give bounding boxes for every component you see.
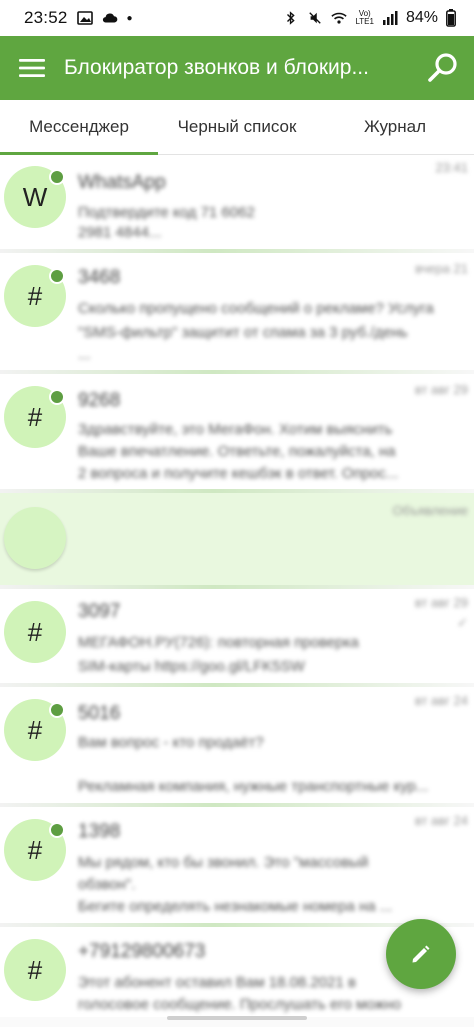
menu-icon [19, 59, 45, 77]
message-line: 2 вопроса и получите кешбэк в ответ. Опр… [78, 465, 399, 482]
list-item[interactable]: # 9268 вт авг 29 Здравствуйте, это МегаФ… [0, 374, 474, 493]
unread-indicator [49, 268, 65, 284]
message-line: Мы рядом, кто бы звонил. Это "массовый [78, 854, 369, 871]
unread-indicator [49, 822, 65, 838]
image-icon [76, 11, 93, 25]
message-line: 2981 4844... [78, 224, 162, 241]
cloud-icon [102, 13, 117, 23]
message-line: Сколько пропущено сообщений о рекламе? У… [78, 300, 434, 317]
signal-icon [382, 11, 398, 25]
message-time: вт авг 24 [414, 813, 468, 828]
tab-label: Мессенджер [29, 117, 129, 136]
tab-label: Журнал [363, 117, 427, 136]
list-item[interactable]: # 3468 вчера 21 Сколько пропущено сообще… [0, 253, 474, 374]
message-line: голосовое сообщение. Прослушать его можн… [78, 996, 402, 1013]
sender-name: 3097 [78, 601, 121, 622]
message-line: МЕГАФОН.РУ(726): повторная проверка [78, 634, 359, 651]
message-line: Вам вопрос - кто продаёт? [78, 734, 264, 751]
message-list[interactable]: W WhatsApp 23:41 Подтвердите код 71 6062… [0, 156, 474, 1017]
message-line: ... [78, 346, 91, 363]
message-line: Бегите определять незнакомые номера на .… [78, 898, 393, 915]
read-check-icon: ✓ [457, 615, 468, 630]
unread-indicator [49, 389, 65, 405]
battery-level: 84% [405, 9, 438, 26]
list-item[interactable]: # 5016 вт авг 24 Вам вопрос - кто продаё… [0, 687, 474, 807]
ad-avatar [4, 507, 66, 569]
list-item[interactable]: # 3097 вт авг 29 ✓ МЕГАФОН.РУ(726): повт… [0, 589, 474, 687]
menu-button[interactable] [0, 36, 64, 100]
ad-item[interactable]: Объявление [0, 493, 474, 589]
status-bar: 23:52 ● Vo) LTE1 84% [0, 0, 474, 36]
bluetooth-icon [287, 11, 296, 25]
search-button[interactable] [412, 36, 474, 100]
message-time: вчера 21 [415, 261, 468, 276]
ad-label: Объявление [392, 503, 468, 518]
message-line: обзвон". [78, 876, 136, 893]
message-line: Ваше впечатление. Ответьте, пожалуйста, … [78, 443, 396, 460]
tab-label: Черный список [177, 117, 297, 136]
list-item[interactable]: W WhatsApp 23:41 Подтвердите код 71 6062… [0, 156, 474, 253]
message-line: Рекламная компания, нужные транспортные … [78, 778, 429, 795]
pencil-icon [412, 945, 430, 963]
wifi-icon [331, 12, 348, 24]
app-bar: Блокиратор звонков и блокир... [0, 36, 474, 100]
sender-name: +79129800673 [78, 941, 206, 962]
status-time: 23:52 [24, 8, 68, 27]
battery-icon [446, 9, 456, 27]
compose-button[interactable] [386, 919, 456, 989]
tab-bar: Мессенджер Черный список Журнал [0, 100, 474, 155]
tab-blacklist[interactable]: Черный список [158, 100, 316, 154]
dot-icon: ● [126, 12, 133, 24]
list-item[interactable]: # 1398 вт авг 24 Мы рядом, кто бы звонил… [0, 807, 474, 927]
sender-name: 5016 [78, 703, 121, 724]
message-time: вт авг 29 [414, 382, 468, 397]
search-icon [428, 53, 457, 82]
home-indicator[interactable] [167, 1016, 307, 1020]
message-time: 23:41 [435, 160, 468, 175]
sender-name: 9268 [78, 390, 121, 411]
avatar: # [4, 601, 66, 663]
sender-name: 3468 [78, 267, 121, 288]
tab-messenger[interactable]: Мессенджер [0, 100, 158, 155]
message-time: вт авг 24 [414, 693, 468, 708]
avatar: # [4, 939, 66, 1001]
message-line: Здравствуйте, это МегаФон. Хотим выяснит… [78, 421, 393, 438]
sender-name: 1398 [78, 821, 121, 842]
lte-icon: Vo) LTE1 [355, 9, 374, 26]
sender-name: WhatsApp [78, 172, 166, 193]
unread-indicator [49, 169, 65, 185]
message-line: SIM-карты https://goo.gl/LFK5SW [78, 658, 305, 675]
message-time: вт авг 29 [414, 595, 468, 610]
message-line: "SMS-фильтр" защитит от спама за 3 руб./… [78, 324, 408, 341]
app-title: Блокиратор звонков и блокир... [64, 56, 369, 79]
mute-icon [309, 12, 322, 24]
tab-journal[interactable]: Журнал [316, 100, 474, 154]
unread-indicator [49, 702, 65, 718]
